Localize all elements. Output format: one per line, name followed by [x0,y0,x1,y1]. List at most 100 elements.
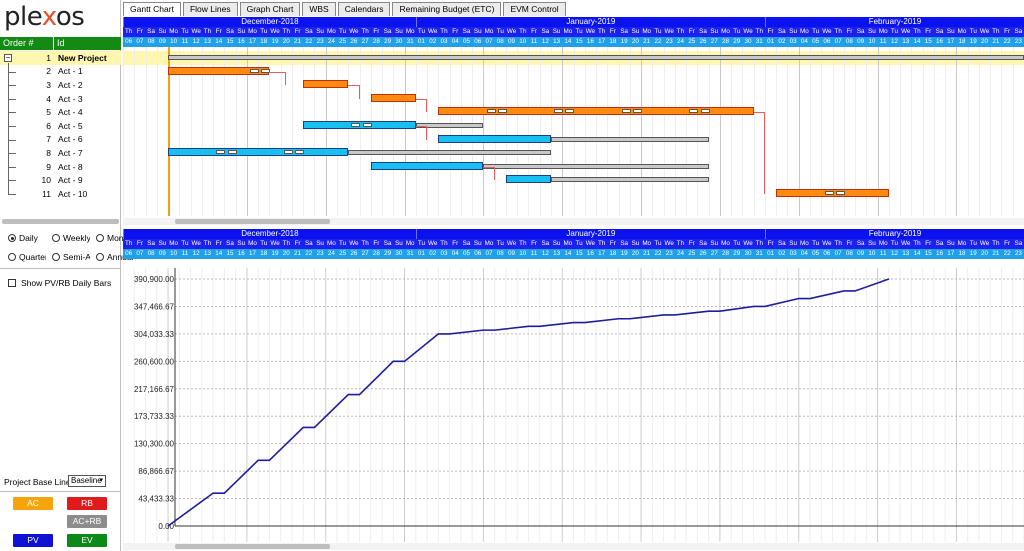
gantt-gridline [562,47,564,216]
radio-daily[interactable]: Daily [8,233,46,243]
chart-horizontal-scrollbar[interactable] [175,544,330,549]
col-id-header[interactable]: Id [54,37,65,50]
baseline-bar[interactable] [348,150,551,156]
tree-row[interactable]: 5 Act - 4 [0,105,121,119]
task-bar[interactable] [370,93,416,102]
weekday-cell: Fr [688,28,695,35]
day-number-cell: 14 [913,38,921,45]
tab-remaining-budget-etc[interactable]: Remaining Budget (ETC) [392,2,502,16]
task-bar[interactable] [168,148,349,157]
tree-row[interactable]: 2 Act - 1 [0,65,121,79]
tree-row[interactable]: 1 New Project [0,51,121,65]
baseline-bar[interactable] [483,163,709,169]
evm-line-chart: 0.00 43,433.33 86,866.67 130,300.00 173,733.… [123,268,1024,542]
day-number-cell: 02 [429,250,437,257]
tab-gantt-chart[interactable]: Gantt Chart [123,2,181,16]
task-bar[interactable] [168,66,271,75]
tree-row[interactable]: 8 Act - 7 [0,146,121,160]
radio-dot[interactable] [96,234,104,242]
task-bar[interactable] [776,189,889,197]
weekday-cell: Th [755,240,763,247]
day-number-cell: 18 [958,250,966,257]
baseline-bar[interactable] [550,177,709,183]
radio-dot[interactable] [96,253,104,261]
gantt-gridline [449,47,451,216]
day-number-cell: 17 [947,250,955,257]
task-bar[interactable] [370,161,484,170]
weekday-cell: Th [203,240,212,247]
period-options-row-1: Daily Weekly Monthly [8,233,134,243]
weekday-cell: Su [868,28,876,35]
task-bar[interactable] [438,107,754,116]
weekday-cell: Mo [800,240,809,247]
pv-data-point [674,314,676,316]
gantt-gridline [156,47,158,216]
pv-legend-button[interactable]: PV [13,534,53,547]
ac-legend-button[interactable]: AC [13,497,53,510]
tab-flow-lines[interactable]: Flow Lines [182,2,238,16]
baseline-select[interactable]: Baseline ▾ [68,475,106,487]
pv-data-point [347,394,349,396]
radio-dot[interactable] [52,253,60,261]
radio-semi-annual[interactable]: Semi-Annual [52,252,90,262]
radio-weekly[interactable]: Weekly [52,233,90,243]
day-number-cell: 19 [620,250,628,257]
weekday-cell: We [743,240,753,247]
tree-row[interactable]: 6 Act - 5 [0,119,121,133]
tab-wbs[interactable]: WBS [302,2,336,16]
tree-row[interactable]: 7 Act - 6 [0,133,121,147]
weekday-cell: We [349,28,359,35]
gantt-horizontal-scrollbar[interactable] [175,219,330,224]
rb-legend-button[interactable]: RB [67,497,107,510]
task-bar[interactable] [303,121,416,129]
day-number-cell: 03 [440,38,448,45]
day-number-cell: 21 [294,38,302,45]
tab-calendars[interactable]: Calendars [337,2,391,16]
col-order-header[interactable]: Order # [0,37,54,50]
day-number-cell: 15 [226,250,234,257]
baseline-bar[interactable] [550,136,709,142]
task-bar[interactable] [303,80,349,89]
day-number-cell: 18 [260,250,268,257]
radio-dot[interactable] [52,234,60,242]
gantt-gridline [686,47,688,216]
day-number-cell: 18 [260,38,268,45]
radio-dot[interactable] [8,234,16,242]
tab-graph-chart[interactable]: Graph Chart [239,2,301,16]
weekday-cell: Th [361,240,369,247]
tree-horizontal-scrollbar[interactable] [2,219,119,224]
day-number-cell: 14 [564,250,572,257]
ev-legend-button[interactable]: EV [67,534,107,547]
weekday-cell: Su [710,240,719,247]
tree-row[interactable]: 9 Act - 8 [0,160,121,174]
weekday-cell: Tu [890,240,899,247]
pv-data-point [313,426,315,428]
checkbox-box[interactable] [8,279,16,287]
tree-row[interactable]: 11 Act - 10 [0,187,121,201]
gantt-chart-area[interactable] [123,47,1024,216]
left-panel: plexos Order # Id 1 New Project 2 Act - 13A… [0,0,134,551]
baseline-bar[interactable] [168,55,1024,60]
tab-evm-control[interactable]: EVM Control [503,2,566,16]
tree-row[interactable]: 4 Act - 3 [0,92,121,106]
radio-quarterly[interactable]: Quarterly [8,252,46,262]
day-number-cell: 31 [406,250,414,257]
tree-row[interactable]: 3 Act - 2 [0,78,121,92]
row-id: Act - 6 [58,134,83,145]
task-bar[interactable] [505,175,551,184]
task-bar[interactable] [438,134,551,143]
tree-row[interactable]: 10 Act - 9 [0,173,121,187]
weekday-cell: Th [124,240,133,247]
day-number-cell: 29 [384,38,392,45]
row-id: Act - 3 [58,93,83,104]
ac-rb-legend-button[interactable]: AC+RB [67,515,107,528]
show-daily-bars-checkbox[interactable]: Show PV/RB Daily Bars [8,278,111,288]
day-number-cell: 23 [316,250,324,257]
gantt-timeline-header: December-2018 January-2019 February-2019 Th… [123,17,1024,47]
weekday-cell: Mo [169,240,179,247]
radio-dot[interactable] [8,253,16,261]
gantt-gridline [978,47,980,216]
collapse-toggle-icon[interactable]: − [4,54,12,62]
day-number-cell: 13 [553,38,561,45]
weekday-cell: We [743,28,753,35]
